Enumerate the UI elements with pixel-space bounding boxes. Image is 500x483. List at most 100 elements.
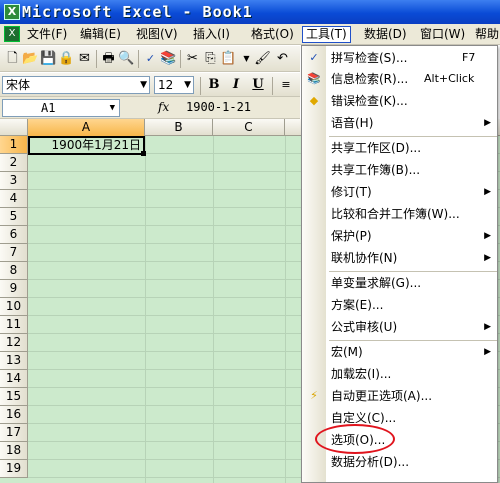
submenu-arrow-icon: ▶: [484, 347, 491, 357]
menu-item-scenarios[interactable]: 方案(E)...: [302, 295, 499, 315]
row-header[interactable]: 5: [0, 208, 28, 226]
chevron-down-icon[interactable]: ▼: [140, 77, 147, 93]
menu-item-protection[interactable]: 保护(P) ▶: [302, 226, 499, 246]
menu-item-customize[interactable]: 自定义(C)...: [302, 408, 499, 428]
menu-insert[interactable]: 插入(I): [190, 26, 233, 43]
cut-icon[interactable]: ✂: [184, 50, 201, 67]
print-icon[interactable]: 🖶: [100, 50, 117, 67]
paste-dropdown-icon[interactable]: ▼: [238, 50, 255, 67]
submenu-arrow-icon: ▶: [484, 253, 491, 263]
column-header-c[interactable]: C: [213, 119, 285, 136]
undo-icon[interactable]: ↶: [274, 50, 291, 67]
insert-function-icon[interactable]: fx: [158, 100, 169, 114]
chevron-down-icon[interactable]: ▼: [110, 100, 115, 116]
menu-item-online-collaboration[interactable]: 联机协作(N) ▶: [302, 248, 499, 268]
menu-bar: X 文件(F) 编辑(E) 视图(V) 插入(I) 格式(O) 工具(T) 数据…: [0, 24, 500, 45]
menu-item-autocorrect[interactable]: ⚡ 自动更正选项(A)...: [302, 386, 499, 406]
excel-app-icon[interactable]: X: [4, 4, 20, 20]
row-header[interactable]: 15: [0, 388, 28, 406]
menu-data[interactable]: 数据(D): [361, 26, 410, 43]
research-icon: 📚: [307, 72, 321, 85]
row-header[interactable]: 18: [0, 442, 28, 460]
row-header[interactable]: 3: [0, 172, 28, 190]
submenu-arrow-icon: ▶: [484, 322, 491, 332]
row-header[interactable]: 17: [0, 424, 28, 442]
row-header[interactable]: 16: [0, 406, 28, 424]
italic-button[interactable]: I: [226, 76, 246, 94]
bold-button[interactable]: B: [204, 76, 224, 94]
submenu-arrow-icon: ▶: [484, 187, 491, 197]
spelling-icon[interactable]: ✓: [142, 50, 159, 67]
font-name-select[interactable]: 宋体 ▼: [2, 76, 150, 94]
menu-view[interactable]: 视图(V): [133, 26, 181, 43]
row-header[interactable]: 9: [0, 280, 28, 298]
toolbar-divider: [180, 50, 181, 68]
row-header[interactable]: 11: [0, 316, 28, 334]
copy-icon[interactable]: ⎘: [202, 50, 219, 67]
formatting-toolbar: 宋体 ▼ 12 ▼ B I U ≡: [0, 73, 300, 97]
row-header[interactable]: 10: [0, 298, 28, 316]
underline-button[interactable]: U: [248, 76, 268, 94]
menu-window[interactable]: 窗口(W): [417, 26, 468, 43]
menu-file[interactable]: 文件(F): [24, 26, 70, 43]
paste-icon[interactable]: 📋: [220, 50, 237, 67]
row-header[interactable]: 8: [0, 262, 28, 280]
chevron-down-icon[interactable]: ▼: [184, 77, 191, 93]
print-preview-icon[interactable]: 🔍: [118, 50, 135, 67]
research-icon[interactable]: 📚: [160, 50, 177, 67]
spellcheck-icon: ✓: [309, 51, 319, 64]
new-icon[interactable]: 🗋: [4, 50, 21, 67]
workbook-icon[interactable]: X: [4, 26, 20, 42]
permission-icon[interactable]: 🔒: [58, 50, 75, 67]
row-header[interactable]: 13: [0, 352, 28, 370]
title-bar: X Microsoft Excel - Book1: [0, 0, 500, 24]
menu-item-data-analysis[interactable]: 数据分析(D)...: [302, 452, 499, 472]
save-icon[interactable]: 💾: [40, 50, 57, 67]
menu-item-add-ins[interactable]: 加载宏(I)...: [302, 364, 499, 384]
formula-input[interactable]: 1900-1-21: [186, 100, 251, 114]
toolbar-divider: [200, 77, 201, 95]
menu-item-formula-auditing[interactable]: 公式审核(U) ▶: [302, 317, 499, 337]
font-size-value: 12: [158, 78, 174, 92]
cell-reference: A1: [41, 101, 56, 115]
open-icon[interactable]: 📂: [22, 50, 39, 67]
toolbar-divider: [272, 77, 273, 95]
menu-format[interactable]: 格式(O): [248, 26, 297, 43]
cell-a1[interactable]: 1900年1月21日: [28, 136, 145, 155]
select-all-corner[interactable]: [0, 119, 28, 136]
row-header[interactable]: 14: [0, 370, 28, 388]
standard-toolbar: 🗋 📂 💾 🔒 ✉ 🖶 🔍 ✓ 📚 ✂ ⎘ 📋 ▼ 🖌 ↶: [0, 46, 300, 72]
mail-icon[interactable]: ✉: [76, 50, 93, 67]
formula-bar: A1 ▼ fx 1900-1-21: [0, 97, 300, 119]
menu-item-macro[interactable]: 宏(M) ▶: [302, 342, 499, 362]
row-header[interactable]: 4: [0, 190, 28, 208]
menu-item-share-workbook[interactable]: 共享工作簿(B)...: [302, 160, 499, 180]
column-header-b[interactable]: B: [145, 119, 213, 136]
name-box[interactable]: A1 ▼: [2, 99, 120, 117]
menu-tools[interactable]: 工具(T): [302, 26, 351, 43]
row-header[interactable]: 19: [0, 460, 28, 478]
row-header[interactable]: 7: [0, 244, 28, 262]
row-header[interactable]: 6: [0, 226, 28, 244]
row-header[interactable]: 2: [0, 154, 28, 172]
error-check-icon: ◆: [309, 94, 319, 107]
fill-handle[interactable]: [141, 151, 146, 156]
menu-item-goal-seek[interactable]: 单变量求解(G)...: [302, 273, 499, 293]
autocorrect-icon: ⚡: [310, 389, 318, 402]
menu-item-research[interactable]: 📚 信息检索(R)... Alt+Click: [302, 69, 499, 89]
menu-item-spelling[interactable]: ✓ 拼写检查(S)... F7: [302, 48, 499, 68]
row-header[interactable]: 1: [0, 136, 28, 154]
menu-item-compare-merge[interactable]: 比较和合并工作簿(W)...: [302, 204, 499, 224]
row-header[interactable]: 12: [0, 334, 28, 352]
menu-edit[interactable]: 编辑(E): [77, 26, 124, 43]
menu-item-shared-workspace[interactable]: 共享工作区(D)...: [302, 138, 499, 158]
menu-help[interactable]: 帮助: [472, 26, 500, 43]
format-painter-icon[interactable]: 🖌: [254, 50, 271, 67]
font-size-select[interactable]: 12 ▼: [154, 76, 194, 94]
menu-item-track-changes[interactable]: 修订(T) ▶: [302, 182, 499, 202]
menu-item-speech[interactable]: 语音(H) ▶: [302, 113, 499, 133]
align-left-icon[interactable]: ≡: [276, 76, 296, 94]
column-header-a[interactable]: A: [28, 119, 145, 136]
menu-item-error-check[interactable]: ◆ 错误检查(K)...: [302, 91, 499, 111]
font-name-value: 宋体: [6, 78, 31, 92]
